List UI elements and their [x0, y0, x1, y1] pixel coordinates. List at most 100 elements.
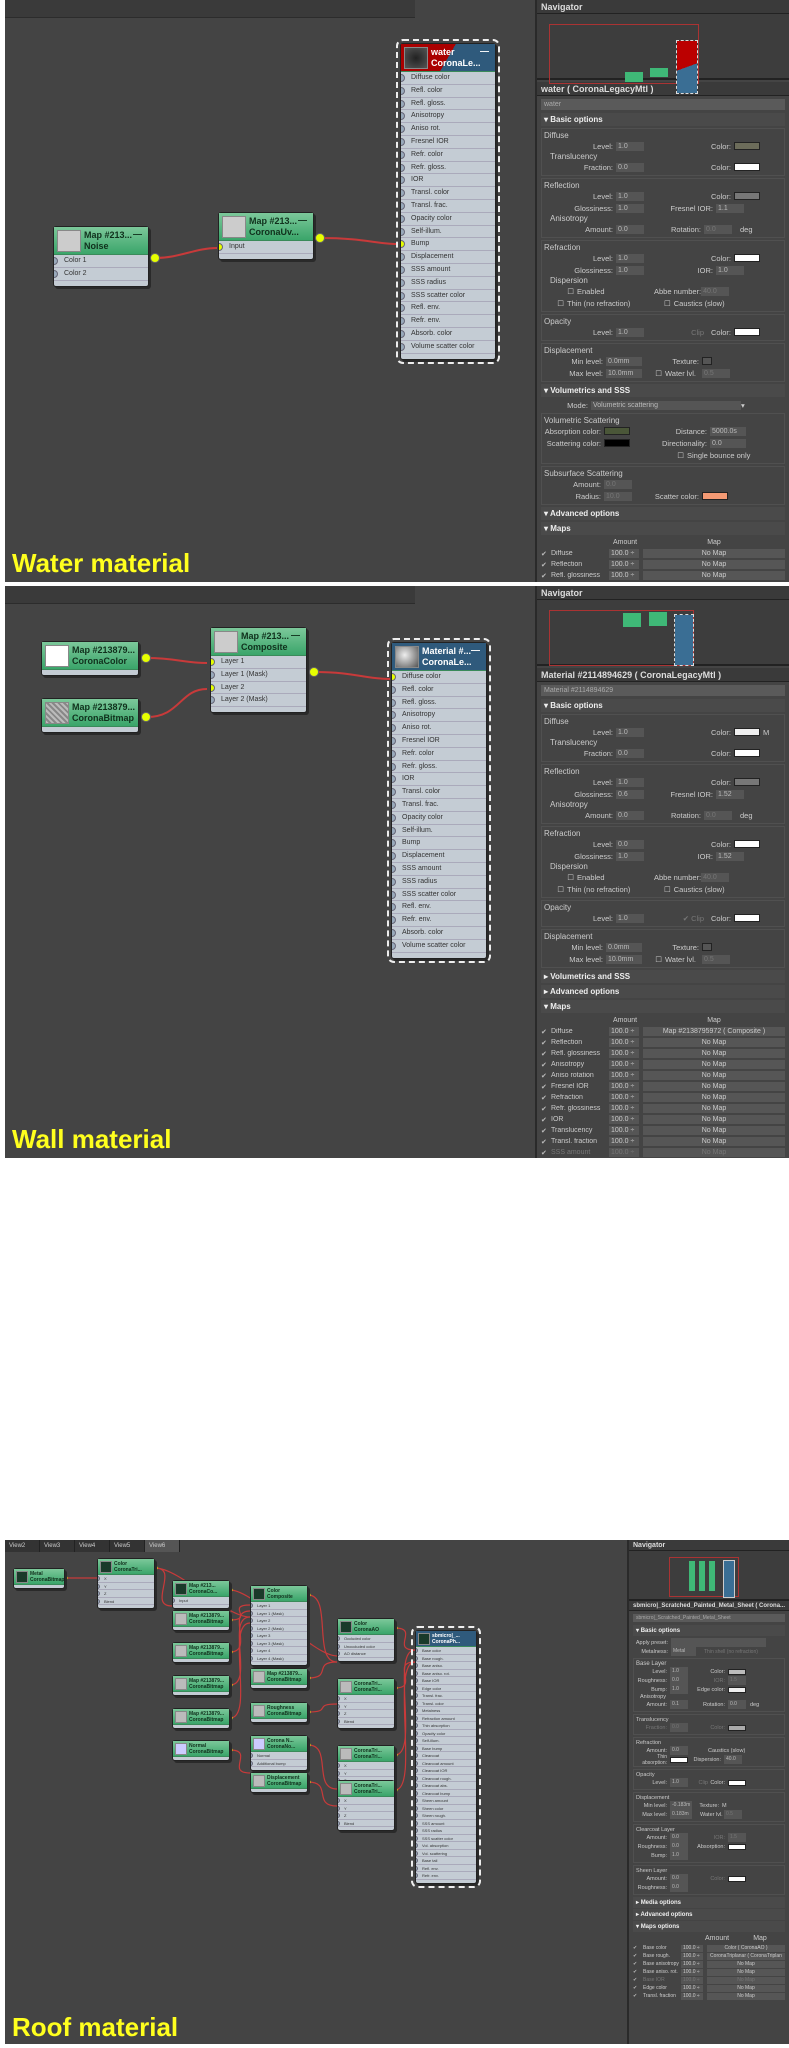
- socket-icon[interactable]: [401, 201, 405, 210]
- view-tab[interactable]: View6: [145, 1540, 180, 1552]
- map-amount-input[interactable]: 100.0 ÷: [609, 1027, 639, 1036]
- translucency-color-swatch[interactable]: [734, 749, 760, 757]
- socket-icon[interactable]: [392, 941, 396, 950]
- single-bounce-checkbox[interactable]: Single bounce only: [684, 451, 750, 460]
- socket-icon[interactable]: [401, 74, 405, 82]
- slot[interactable]: X: [338, 1695, 394, 1703]
- socket-icon[interactable]: [416, 1685, 418, 1691]
- disp-max-input[interactable]: 10.0mm: [606, 954, 642, 964]
- socket-icon[interactable]: [211, 683, 215, 692]
- map-slot-button[interactable]: No Map: [643, 1148, 785, 1157]
- node-map[interactable]: Roughness CoronaBitmap: [250, 1702, 308, 1723]
- map-enabled-checkbox[interactable]: ✔: [541, 1149, 551, 1157]
- disp-max-input[interactable]: 0.183m: [670, 1810, 692, 1819]
- slot[interactable]: Fresnel IOR: [401, 136, 495, 149]
- socket-icon[interactable]: [401, 291, 405, 300]
- socket-icon[interactable]: [416, 1693, 418, 1698]
- map-amount-input[interactable]: 100.0 ÷: [609, 1115, 639, 1124]
- reflection-level-input[interactable]: 1.0: [616, 777, 644, 787]
- distance-input[interactable]: 5000.0s: [710, 426, 746, 436]
- slot[interactable]: Layer 2 (Mask): [211, 694, 306, 708]
- base-ior-input[interactable]: 1.5: [728, 1676, 746, 1685]
- slot[interactable]: Clearcoat abs.: [416, 1782, 476, 1790]
- map-enabled-checkbox[interactable]: ✔: [633, 1969, 643, 1975]
- slot[interactable]: Sheen amount: [416, 1797, 476, 1805]
- opacity-level-input[interactable]: 1.0: [616, 913, 644, 923]
- slot[interactable]: Base bump: [416, 1745, 476, 1752]
- map-slot-button[interactable]: No Map: [643, 560, 785, 569]
- socket-icon[interactable]: [416, 1858, 418, 1863]
- socket-icon[interactable]: [401, 214, 405, 223]
- slot[interactable]: SSS radius: [401, 277, 495, 290]
- slot[interactable]: Displacement: [392, 850, 486, 863]
- map-amount-input[interactable]: 100.0 ÷: [681, 1944, 703, 1952]
- socket-icon[interactable]: [401, 150, 405, 159]
- output-socket-icon[interactable]: [141, 653, 151, 663]
- diffuse-level-input[interactable]: 1.0: [616, 141, 644, 151]
- socket-icon[interactable]: [392, 864, 396, 873]
- socket-icon[interactable]: [416, 1745, 418, 1751]
- slot[interactable]: Opacity color: [401, 213, 495, 226]
- map-amount-input[interactable]: 100.0 ÷: [681, 1976, 703, 1984]
- map-slot-button[interactable]: No Map: [707, 1968, 785, 1976]
- disp-min-input[interactable]: 0.0mm: [606, 356, 642, 366]
- material-name-input[interactable]: water: [541, 99, 785, 110]
- slot[interactable]: Layer 3: [251, 1632, 307, 1640]
- socket-icon[interactable]: [251, 1603, 253, 1608]
- socket-icon[interactable]: [401, 86, 405, 95]
- slot[interactable]: Z: [338, 1710, 394, 1718]
- socket-icon[interactable]: [416, 1850, 418, 1856]
- map-amount-input[interactable]: 100.0 ÷: [681, 1984, 703, 1992]
- clip-checkbox[interactable]: Clip: [688, 1780, 708, 1786]
- slot[interactable]: Occluded color: [338, 1635, 394, 1643]
- slot[interactable]: SSS amount: [401, 264, 495, 277]
- aniso-amount-input[interactable]: 0.1: [670, 1700, 688, 1709]
- socket-icon[interactable]: [416, 1783, 418, 1788]
- socket-icon[interactable]: [392, 903, 396, 912]
- node-map[interactable]: Color CoronaTri... X Y Z Blend: [97, 1558, 155, 1609]
- slot[interactable]: Clearcoat amount: [416, 1760, 476, 1767]
- slot[interactable]: Refr. color: [392, 748, 486, 761]
- node-map[interactable]: Metal CoronaBitmap: [13, 1568, 65, 1589]
- diffuse-color-swatch[interactable]: [734, 728, 760, 736]
- socket-icon[interactable]: [98, 1598, 100, 1604]
- socket-icon[interactable]: [338, 1718, 340, 1724]
- socket-icon[interactable]: [392, 852, 396, 861]
- socket-icon[interactable]: [251, 1625, 253, 1631]
- slot[interactable]: Clearcoat IOR: [416, 1767, 476, 1775]
- socket-icon[interactable]: [401, 253, 405, 262]
- edge-color-swatch[interactable]: [728, 1686, 746, 1693]
- socket-icon[interactable]: [401, 137, 405, 146]
- socket-icon[interactable]: [54, 269, 58, 278]
- minimize-icon[interactable]: —: [133, 229, 142, 240]
- aniso-amount-input[interactable]: 0.0: [616, 224, 644, 234]
- slot[interactable]: Clearcoat: [416, 1752, 476, 1760]
- socket-icon[interactable]: [392, 775, 396, 784]
- translucency-fraction-input[interactable]: 0.0: [616, 162, 644, 172]
- refraction-glossiness-input[interactable]: 1.0: [616, 851, 644, 861]
- map-enabled-checkbox[interactable]: ✔: [633, 1945, 643, 1951]
- scatter-color-swatch[interactable]: [702, 492, 728, 500]
- slot[interactable]: SSS amount: [392, 863, 486, 876]
- slot[interactable]: Refr. env.: [416, 1872, 476, 1880]
- node-map[interactable]: Map #213... CoronaCo... Input: [172, 1580, 230, 1609]
- slot[interactable]: Refr. env.: [401, 315, 495, 328]
- navigator-view[interactable]: [537, 14, 789, 94]
- slot[interactable]: Layer 2: [251, 1617, 307, 1625]
- socket-icon[interactable]: [401, 317, 405, 326]
- slot[interactable]: Y: [98, 1583, 154, 1590]
- map-slot-button[interactable]: No Map: [707, 1984, 785, 1992]
- navigator-frame[interactable]: [549, 610, 694, 666]
- fresnel-ior-input[interactable]: 1.52: [716, 789, 744, 799]
- slot[interactable]: Refr. gloss.: [401, 162, 495, 175]
- node-composite[interactable]: Map #213... Composite — Layer 1 Layer 1 (Ma…: [210, 627, 307, 714]
- map-slot-button[interactable]: Color ( CoronaAO ): [707, 1944, 785, 1952]
- node-map[interactable]: Map #213879... CoronaBitmap: [172, 1642, 230, 1663]
- node-map[interactable]: Color Composite Layer 1 Layer 1 (Mask) Layer…: [250, 1585, 308, 1666]
- socket-icon[interactable]: [338, 1813, 340, 1818]
- node-map[interactable]: Map #213879... CoronaBitmap: [172, 1708, 230, 1729]
- map-enabled-checkbox[interactable]: ✔: [541, 1039, 551, 1047]
- map-slot-button[interactable]: No Map: [643, 1060, 785, 1069]
- slot[interactable]: Refl. gloss.: [401, 98, 495, 111]
- aniso-rotation-input[interactable]: 0.0: [704, 810, 732, 820]
